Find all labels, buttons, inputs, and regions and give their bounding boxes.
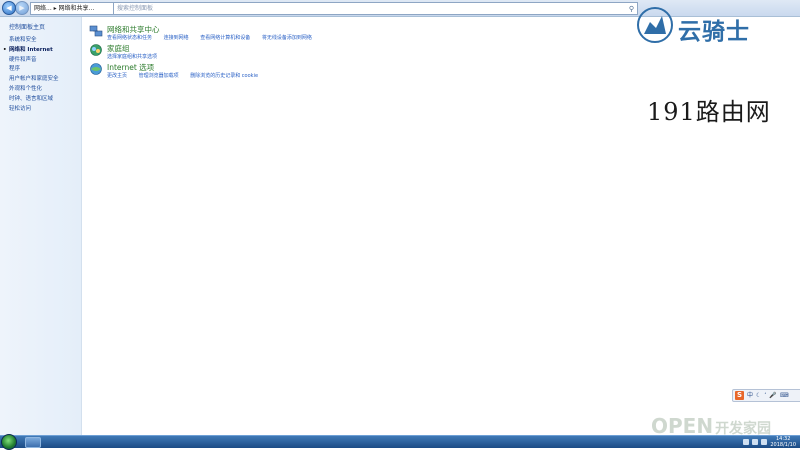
address-input[interactable]: 网络... ▸ 网络和共享... bbox=[30, 2, 115, 15]
sogou-ime-icon[interactable]: S bbox=[735, 391, 744, 400]
link-change-homepage[interactable]: 更改主页 bbox=[107, 73, 127, 79]
tray-flag-icon[interactable] bbox=[743, 439, 750, 445]
moon-icon[interactable]: ☾ bbox=[756, 390, 761, 401]
forward-button[interactable]: ▶ bbox=[15, 1, 29, 15]
sidebar-item-network-internet[interactable]: 网络和 Internet bbox=[9, 46, 59, 56]
search-input[interactable]: 搜索控制面板 ⚲ bbox=[113, 2, 638, 15]
system-tray: 14:32 2018/1/10 bbox=[743, 436, 796, 448]
sidebar-item-appearance[interactable]: 外观和个性化 bbox=[9, 85, 59, 95]
link-connect-network[interactable]: 连接到网络 bbox=[164, 35, 189, 41]
taskbar-clock[interactable]: 14:32 2018/1/10 bbox=[770, 436, 796, 448]
link-manage-addons[interactable]: 管理浏览器加载项 bbox=[139, 73, 179, 79]
link-add-wireless-device[interactable]: 将无线设备添加到网络 bbox=[262, 35, 312, 41]
watermark-191: 191路由网 bbox=[647, 98, 771, 126]
microphone-icon[interactable]: 🎤 bbox=[769, 390, 776, 401]
taskbar-explorer[interactable] bbox=[25, 437, 41, 448]
sidebar-item-programs[interactable]: 程序 bbox=[9, 65, 59, 75]
punctuation-icon[interactable]: ‘ bbox=[764, 390, 766, 401]
taskbar: 14:32 2018/1/10 bbox=[0, 434, 800, 450]
homegroup-icon bbox=[90, 44, 102, 56]
start-button[interactable] bbox=[1, 434, 17, 450]
link-delete-history[interactable]: 删除浏览的历史记录和 cookie bbox=[190, 73, 258, 79]
sidebar-item-system-security[interactable]: 系统和安全 bbox=[9, 36, 59, 46]
link-view-network-computers[interactable]: 查看网络计算机和设备 bbox=[200, 35, 250, 41]
arrow-right-icon: ▶ bbox=[19, 4, 25, 12]
sidebar-item-hardware-sound[interactable]: 硬件和声音 bbox=[9, 56, 59, 66]
logo-name: 云骑士 bbox=[678, 19, 750, 45]
clock-date: 2018/1/10 bbox=[770, 442, 796, 448]
sidebar-item-clock-language[interactable]: 时钟、语言和区域 bbox=[9, 95, 59, 105]
sidebar-item-user-accounts[interactable]: 用户帐户和家庭安全 bbox=[9, 75, 59, 85]
ime-mode-label[interactable]: 中 bbox=[747, 390, 753, 401]
network-globe-icon bbox=[89, 25, 103, 37]
arrow-left-icon: ◀ bbox=[6, 4, 12, 12]
search-placeholder: 搜索控制面板 bbox=[117, 5, 154, 12]
keyboard-icon[interactable]: ⌨ bbox=[780, 390, 789, 401]
tray-network-icon[interactable] bbox=[752, 439, 759, 445]
sidebar-home-link[interactable]: 控制面板主页 bbox=[9, 22, 45, 31]
tray-volume-icon[interactable] bbox=[761, 439, 768, 445]
back-button[interactable]: ◀ bbox=[2, 1, 16, 15]
sidebar-item-ease-of-access[interactable]: 轻松访问 bbox=[9, 105, 59, 115]
sidebar: 控制面板主页 系统和安全 网络和 Internet 硬件和声音 程序 用户帐户和… bbox=[0, 17, 82, 435]
ime-toolbar[interactable]: S 中 ☾ ‘ 🎤 ⌨ bbox=[732, 389, 800, 402]
link-homegroup-options[interactable]: 选择家庭组和共享选项 bbox=[107, 54, 157, 60]
link-view-network-status[interactable]: 查看网络状态和任务 bbox=[107, 35, 152, 41]
search-icon[interactable]: ⚲ bbox=[629, 4, 634, 15]
internet-globe-icon bbox=[90, 63, 102, 75]
knight-logo-icon bbox=[637, 7, 673, 43]
yunqishi-logo: 云骑士 bbox=[636, 6, 786, 46]
